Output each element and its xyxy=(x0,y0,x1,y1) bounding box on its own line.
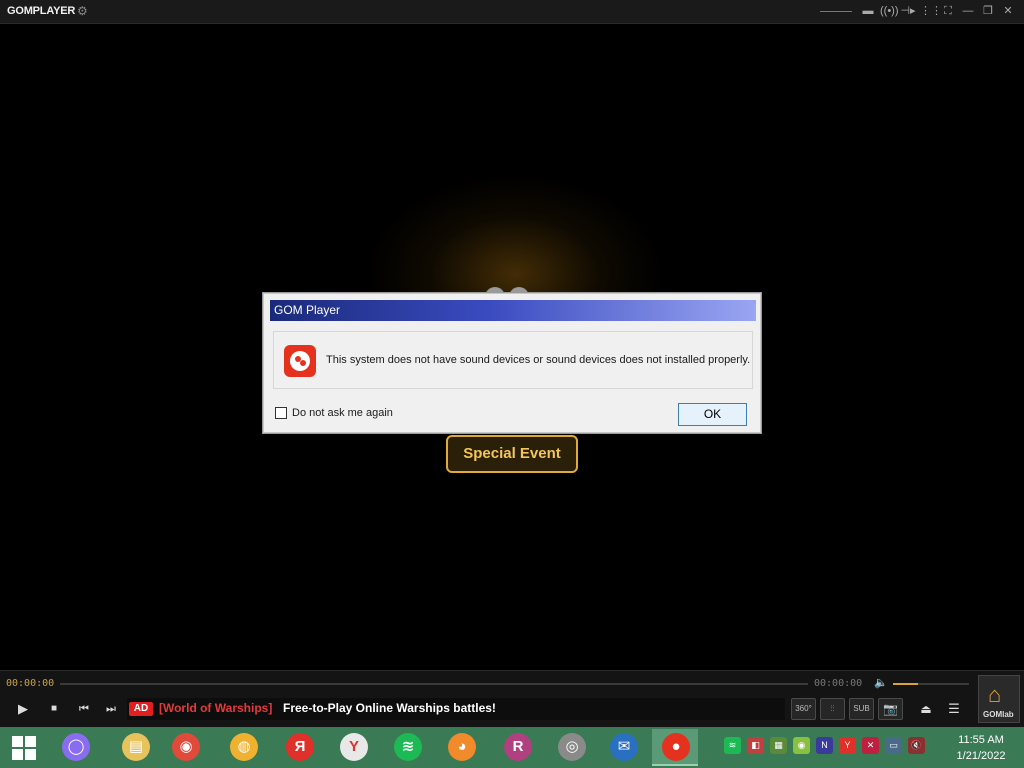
network-icon[interactable]: ▭ xyxy=(885,737,902,754)
tray-icon-4[interactable]: ◉ xyxy=(793,737,810,754)
maximize-icon[interactable]: ❐ xyxy=(980,3,996,19)
previous-icon[interactable]: ⏮ xyxy=(76,701,92,717)
do-not-ask-label[interactable]: Do not ask me again xyxy=(292,407,393,419)
app-logo: GOMPLAYER xyxy=(7,5,76,17)
ad-text[interactable]: Free-to-Play Online Warships battles! xyxy=(283,701,496,715)
tray-icon-2[interactable]: ◧ xyxy=(747,737,764,754)
taskbar-app[interactable]: ✉ xyxy=(600,729,646,766)
gom-player-icon xyxy=(284,345,316,377)
taskbar-app[interactable]: ◉ xyxy=(162,729,208,766)
ad-banner[interactable]: AD [World of Warships] Free-to-Play Onli… xyxy=(127,698,785,720)
settings-gear-icon[interactable]: ⚙ xyxy=(77,4,88,18)
yandex-tray-icon[interactable]: Y xyxy=(839,737,856,754)
firefox-icon: ◕ xyxy=(448,733,476,761)
playlist-icon[interactable]: ⊣▸ xyxy=(900,3,916,19)
fullscreen-icon[interactable]: ⛶ xyxy=(940,3,956,19)
taskbar-app[interactable]: ◍ xyxy=(220,729,266,766)
do-not-ask-checkbox[interactable] xyxy=(275,407,287,419)
volume-level xyxy=(893,683,919,685)
dialog-message-panel: This system does not have sound devices … xyxy=(273,331,753,389)
minimize-to-bar-icon[interactable]: ▬ xyxy=(860,3,876,19)
taskbar-app[interactable]: Y xyxy=(330,729,376,766)
ad-sponsor[interactable]: [World of Warships] xyxy=(159,701,272,715)
subtitle-button[interactable]: SUB xyxy=(849,698,874,720)
volume-slider[interactable] xyxy=(893,683,969,685)
dialog-message: This system does not have sound devices … xyxy=(326,354,751,366)
volume-muted-icon[interactable]: 🔇 xyxy=(908,737,925,754)
gomlab-label: GOMlab xyxy=(983,710,1014,719)
yandex-icon: Я xyxy=(286,733,314,761)
gom-player-icon: ● xyxy=(662,733,690,761)
taskbar-app[interactable]: ◎ xyxy=(548,729,594,766)
clock-date: 1/21/2022 xyxy=(956,750,1006,762)
vr-360-button[interactable]: 360° xyxy=(791,698,816,720)
next-icon[interactable]: ⏭ xyxy=(103,701,119,717)
tray-icon-7[interactable]: ✕ xyxy=(862,737,879,754)
tray-icon-3[interactable]: ▦ xyxy=(770,737,787,754)
play-icon[interactable]: ▶ xyxy=(14,701,32,717)
start-button[interactable] xyxy=(0,727,48,768)
taskbar-app[interactable]: ▤ xyxy=(112,729,158,766)
eject-icon[interactable]: ⏏ xyxy=(918,701,934,717)
home-icon: ⌂ xyxy=(988,682,1002,707)
equalizer-button[interactable]: ⫶⫶ xyxy=(820,698,845,720)
thunderbird-icon: ✉ xyxy=(610,733,638,761)
winrar-icon: R xyxy=(504,733,532,761)
security-icon: ◍ xyxy=(230,733,258,761)
yandex-browser-icon: Y xyxy=(340,733,368,761)
spotify-icon: ≋ xyxy=(394,733,422,761)
gomlab-home-button[interactable]: ⌂ GOMlab xyxy=(978,675,1020,723)
settings-icon[interactable]: ⋮⋮ xyxy=(920,3,942,19)
menu-icon[interactable]: ☰ xyxy=(946,701,962,717)
alice-icon: ◯ xyxy=(62,733,90,761)
taskbar-app[interactable]: Я xyxy=(276,729,322,766)
taskbar-app[interactable]: R xyxy=(494,729,540,766)
seek-bar[interactable] xyxy=(60,683,808,685)
total-time: 00:00:00 xyxy=(814,678,863,689)
clock[interactable]: 11:55 AM 1/21/2022 xyxy=(950,732,1012,764)
file-explorer-icon: ▤ xyxy=(122,733,150,761)
chrome-icon: ◉ xyxy=(172,733,200,761)
ok-button[interactable]: OK xyxy=(678,403,747,426)
control-bar: 00:00:00 00:00:00 🔈 ▶ ■ ⏮ ⏭ AD [World of… xyxy=(0,670,1024,727)
tray-icon-5[interactable]: N xyxy=(816,737,833,754)
taskbar-app[interactable]: ◯ xyxy=(52,729,98,766)
infra-recorder-icon: ◎ xyxy=(558,733,586,761)
window-controls: ▬ ((•)) ⊣▸ ⋮⋮ ⛶ — ❐ ✕ xyxy=(820,3,1016,19)
special-event-button[interactable]: Special Event xyxy=(446,435,578,473)
taskbar-app[interactable]: ≋ xyxy=(384,729,430,766)
close-icon[interactable]: ✕ xyxy=(1000,3,1016,19)
ad-badge: AD xyxy=(129,702,153,716)
windows-icon xyxy=(12,736,36,760)
spotify-tray-icon[interactable]: ≋ xyxy=(724,737,741,754)
sound-device-dialog: GOM Player This system does not have sou… xyxy=(262,292,762,434)
drag-line xyxy=(820,10,852,12)
volume-icon[interactable]: 🔈 xyxy=(874,676,888,689)
taskbar-app[interactable]: ◕ xyxy=(438,729,484,766)
do-not-ask-checkbox-row[interactable]: Do not ask me again xyxy=(275,407,393,419)
clock-time: 11:55 AM xyxy=(958,734,1004,746)
dialog-title: GOM Player xyxy=(270,300,756,321)
title-bar: GOMPLAYER ⚙ ▬ ((•)) ⊣▸ ⋮⋮ ⛶ — ❐ ✕ xyxy=(0,0,1024,24)
wireless-icon[interactable]: ((•)) xyxy=(880,3,899,19)
system-tray: ≋ ◧ ▦ ◉ N Y ✕ ▭ 🔇 xyxy=(724,737,925,754)
windows-taskbar: ◯ ▤ ◉ ◍ Я Y ≋ ◕ R ◎ ✉ ● ≋ ◧ ▦ ◉ N Y ✕ ▭ 🔇 11:55 AM 1/21/202… xyxy=(0,727,1024,768)
current-time: 00:00:00 xyxy=(6,678,55,689)
taskbar-app[interactable]: ● xyxy=(652,729,698,766)
stop-icon[interactable]: ■ xyxy=(46,701,62,717)
minimize-icon[interactable]: — xyxy=(960,3,976,19)
camera-icon[interactable]: 📷 xyxy=(878,698,903,720)
